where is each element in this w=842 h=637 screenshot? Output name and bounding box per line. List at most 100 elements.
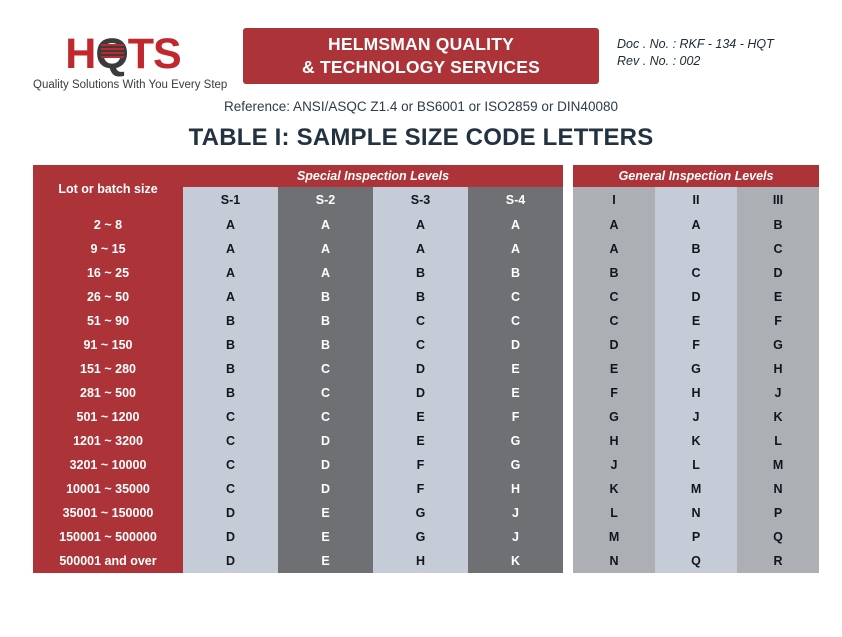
code-letter-cell: K bbox=[573, 477, 656, 501]
code-letter-cell: P bbox=[737, 501, 820, 525]
group-gap bbox=[563, 261, 574, 285]
code-letter-cell: C bbox=[183, 405, 278, 429]
table-row: 501 ~ 1200 C C E F G J K bbox=[33, 405, 820, 429]
code-letter-cell: N bbox=[573, 549, 656, 573]
group-gap bbox=[563, 309, 574, 333]
table-row: 35001 ~ 150000 D E G J L N P bbox=[33, 501, 820, 525]
code-letter-cell: A bbox=[468, 237, 564, 261]
code-letter-cell: H bbox=[655, 381, 738, 405]
group-gap bbox=[563, 549, 574, 573]
code-letter-cell: D bbox=[183, 501, 278, 525]
code-letter-cell: D bbox=[278, 477, 373, 501]
code-letter-cell: Q bbox=[737, 525, 820, 549]
code-letter-cell: M bbox=[655, 477, 738, 501]
code-letter-cell: P bbox=[655, 525, 738, 549]
table-row: 3201 ~ 10000 C D F G J L M bbox=[33, 453, 820, 477]
sample-size-code-letters-table: Lot or batch size Special Inspection Leve… bbox=[33, 165, 820, 573]
reference-standards: Reference: ANSI/ASQC Z1.4 or BS6001 or I… bbox=[224, 99, 618, 114]
code-letter-cell: B bbox=[183, 357, 278, 381]
table-row: 1201 ~ 3200 C D E G H K L bbox=[33, 429, 820, 453]
code-letter-cell: B bbox=[278, 309, 373, 333]
column-header-s-1: S-1 bbox=[183, 187, 278, 213]
column-header-i: I bbox=[573, 187, 656, 213]
code-letter-cell: A bbox=[373, 237, 468, 261]
code-letter-cell: J bbox=[737, 381, 820, 405]
code-letter-cell: E bbox=[737, 285, 820, 309]
code-letter-cell: B bbox=[737, 213, 820, 237]
code-letter-cell: B bbox=[278, 285, 373, 309]
row-label-lot-size: 35001 ~ 150000 bbox=[33, 501, 183, 525]
row-label-lot-size: 51 ~ 90 bbox=[33, 309, 183, 333]
code-letter-cell: C bbox=[655, 261, 738, 285]
code-letter-cell: G bbox=[573, 405, 656, 429]
code-letter-cell: C bbox=[183, 453, 278, 477]
banner-text: HELMSMAN QUALITY & TECHNOLOGY SERVICES bbox=[302, 33, 540, 79]
code-letter-cell: C bbox=[183, 477, 278, 501]
group-gap bbox=[563, 501, 574, 525]
code-letter-cell: B bbox=[278, 333, 373, 357]
code-letter-cell: R bbox=[737, 549, 820, 573]
code-letter-cell: A bbox=[468, 213, 564, 237]
group-gap bbox=[563, 333, 574, 357]
document-header: HQ TS Quality Solutions With You Every St… bbox=[0, 28, 842, 92]
group-gap bbox=[563, 357, 574, 381]
group-header-special: Special Inspection Levels bbox=[183, 165, 564, 187]
code-letter-cell: M bbox=[573, 525, 656, 549]
code-letter-cell: L bbox=[737, 429, 820, 453]
code-letter-cell: A bbox=[183, 285, 278, 309]
rev-number: Rev . No. : 002 bbox=[617, 54, 701, 68]
code-letter-cell: J bbox=[655, 405, 738, 429]
table-body: 2 ~ 8AAAAAAB9 ~ 15 A A A A A B C 16 ~ 25 A A B B B C D 2… bbox=[33, 213, 820, 573]
logo-letters-ts: TS bbox=[127, 30, 182, 78]
code-letter-cell: G bbox=[655, 357, 738, 381]
code-letter-cell: F bbox=[655, 333, 738, 357]
group-header-row: Lot or batch size Special Inspection Leve… bbox=[33, 165, 820, 213]
code-letter-cell: J bbox=[573, 453, 656, 477]
row-label-lot-size: 2 ~ 8 bbox=[33, 213, 183, 237]
table-row: 51 ~ 90 B B C C C E F bbox=[33, 309, 820, 333]
code-letter-cell: A bbox=[655, 213, 738, 237]
code-letter-cell: B bbox=[183, 333, 278, 357]
code-letter-cell: E bbox=[468, 357, 564, 381]
table-row: 2 ~ 8AAAAAAB bbox=[33, 213, 820, 237]
company-logo: HQ TS Quality Solutions With You Every St… bbox=[33, 30, 227, 92]
group-gap bbox=[563, 453, 574, 477]
group-gap bbox=[563, 237, 574, 261]
code-letter-cell: C bbox=[468, 309, 564, 333]
code-letter-cell: C bbox=[737, 237, 820, 261]
row-label-lot-size: 501 ~ 1200 bbox=[33, 405, 183, 429]
row-label-lot-size: 16 ~ 25 bbox=[33, 261, 183, 285]
code-letter-cell: D bbox=[373, 381, 468, 405]
code-letter-cell: N bbox=[655, 501, 738, 525]
code-letter-cell: F bbox=[373, 477, 468, 501]
code-letter-cell: K bbox=[655, 429, 738, 453]
row-label-lot-size: 9 ~ 15 bbox=[33, 237, 183, 261]
code-letter-cell: E bbox=[278, 501, 373, 525]
code-letter-cell: F bbox=[373, 453, 468, 477]
group-gap bbox=[563, 213, 574, 237]
row-label-lot-size: 1201 ~ 3200 bbox=[33, 429, 183, 453]
banner-line-2: & TECHNOLOGY SERVICES bbox=[302, 57, 540, 77]
column-header-ii: II bbox=[655, 187, 738, 213]
code-letter-cell: E bbox=[373, 405, 468, 429]
row-label-lot-size: 151 ~ 280 bbox=[33, 357, 183, 381]
table-corner-label: Lot or batch size bbox=[33, 165, 183, 213]
code-letter-cell: D bbox=[655, 285, 738, 309]
code-letter-cell: Q bbox=[655, 549, 738, 573]
code-letter-cell: D bbox=[278, 453, 373, 477]
document-control-info: Doc . No. : RKF - 134 - HQT Rev . No. : … bbox=[617, 36, 774, 70]
code-letter-cell: B bbox=[183, 381, 278, 405]
row-label-lot-size: 3201 ~ 10000 bbox=[33, 453, 183, 477]
code-letter-cell: M bbox=[737, 453, 820, 477]
code-letter-cell: F bbox=[468, 405, 564, 429]
table-row: 91 ~ 150 B B C D D F G bbox=[33, 333, 820, 357]
code-letter-cell: E bbox=[373, 429, 468, 453]
table-row: 150001 ~ 500000 D E G J M P Q bbox=[33, 525, 820, 549]
row-label-lot-size: 150001 ~ 500000 bbox=[33, 525, 183, 549]
code-letter-cell: J bbox=[468, 501, 564, 525]
column-header-s-2: S-2 bbox=[278, 187, 373, 213]
table-row: 9 ~ 15 A A A A A B C bbox=[33, 237, 820, 261]
code-letter-cell: D bbox=[183, 525, 278, 549]
code-letter-cell: E bbox=[278, 549, 373, 573]
code-letter-cell: C bbox=[278, 381, 373, 405]
